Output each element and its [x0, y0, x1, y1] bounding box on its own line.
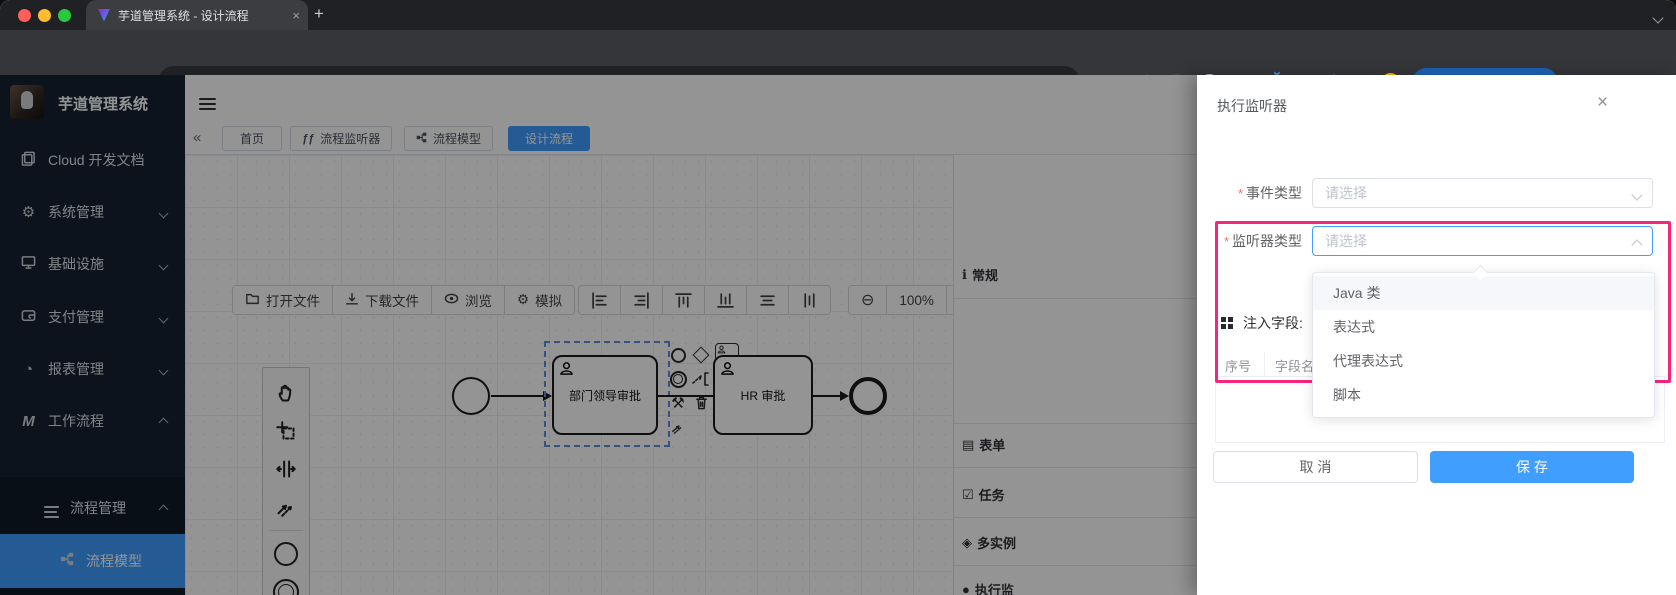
- drawer-close-icon[interactable]: ×: [1597, 94, 1608, 112]
- window-minimize-button[interactable]: [38, 9, 51, 22]
- option-expression[interactable]: 表达式: [1313, 310, 1654, 344]
- option-delegate-expression[interactable]: 代理表达式: [1313, 344, 1654, 378]
- site-favicon-icon: [98, 9, 110, 22]
- tab-search-chevron-icon[interactable]: [1654, 9, 1662, 27]
- option-java-class[interactable]: Java 类: [1313, 276, 1654, 310]
- inject-fields-row: 注入字段:: [1221, 313, 1303, 333]
- browser-tab[interactable]: 芋道管理系统 - 设计流程 ×: [86, 0, 308, 30]
- browser-tab-bar: 芋道管理系统 - 设计流程 × +: [0, 0, 1676, 30]
- event-type-row: *事件类型 请选择: [1205, 178, 1653, 208]
- listener-type-select[interactable]: 请选择: [1312, 226, 1653, 256]
- option-script[interactable]: 脚本: [1313, 378, 1654, 412]
- chevron-up-icon: [1631, 239, 1642, 250]
- screen: 芋道管理系统 - 设计流程 × + ← → ⟳ ⌂ ⓘ 127.0.0.1/bp…: [0, 0, 1676, 595]
- drawer-title: 执行监听器: [1217, 96, 1287, 116]
- cancel-button[interactable]: 取 消: [1213, 451, 1418, 483]
- select-placeholder: 请选择: [1325, 231, 1367, 251]
- listener-type-label: *监听器类型: [1205, 231, 1312, 251]
- window-close-button[interactable]: [18, 9, 31, 22]
- inject-fields-label: 注入字段:: [1243, 313, 1303, 333]
- required-asterisk: *: [1238, 186, 1243, 201]
- tab-title: 芋道管理系统 - 设计流程: [118, 7, 286, 24]
- listener-type-dropdown: Java 类 表达式 代理表达式 脚本: [1312, 272, 1655, 418]
- browser-toolbar: ← → ⟳ ⌂ ⓘ 127.0.0.1/bpm/manager/model/ed…: [0, 30, 1676, 75]
- column-header-index: 序号: [1215, 352, 1265, 376]
- chevron-down-icon: [1631, 189, 1642, 200]
- event-type-select[interactable]: 请选择: [1312, 178, 1653, 208]
- grid-icon: [1221, 317, 1226, 322]
- event-type-label: *事件类型: [1205, 183, 1312, 203]
- select-placeholder: 请选择: [1325, 183, 1367, 203]
- new-tab-button[interactable]: +: [314, 4, 324, 24]
- window-zoom-button[interactable]: [58, 9, 71, 22]
- tab-close-icon[interactable]: ×: [292, 8, 300, 23]
- listener-type-row: *监听器类型 请选择: [1205, 226, 1653, 256]
- required-asterisk: *: [1224, 234, 1229, 249]
- save-button[interactable]: 保 存: [1430, 451, 1634, 483]
